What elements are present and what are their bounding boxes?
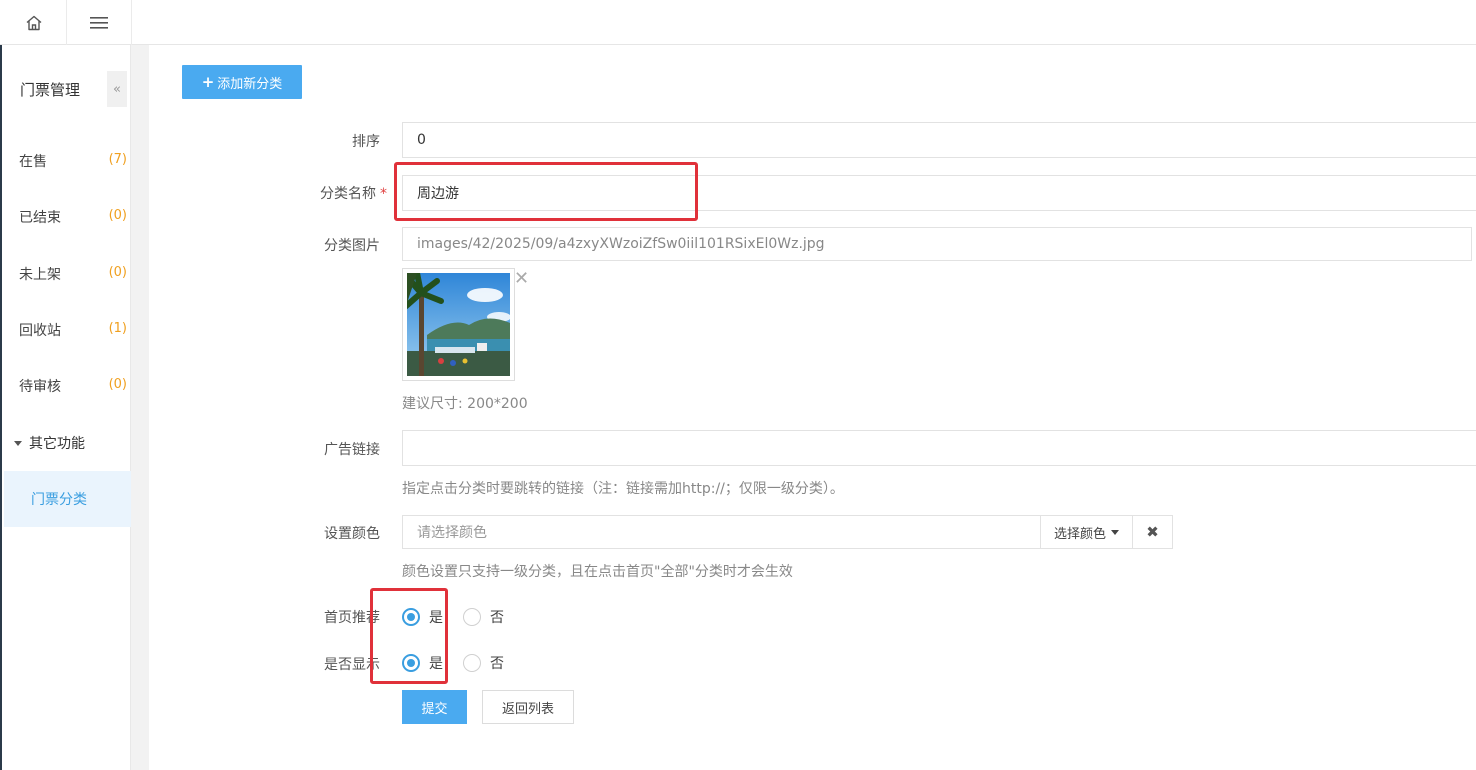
sidebar-item-label: 回收站	[19, 323, 61, 339]
clear-color-button[interactable]: ✖	[1132, 515, 1173, 549]
caret-down-icon	[14, 440, 22, 446]
image-size-hint: 建议尺寸: 200*200	[402, 396, 528, 412]
double-chevron-left-icon: «	[113, 81, 121, 97]
radio-checked[interactable]	[402, 654, 420, 672]
category-name-input[interactable]: 周边游	[402, 175, 1476, 211]
radio-label: 否	[490, 610, 504, 626]
radio-unchecked[interactable]	[463, 608, 481, 626]
color-swatch[interactable]	[1001, 515, 1041, 549]
radio-unchecked[interactable]	[463, 654, 481, 672]
sidebar-title: 门票管理	[20, 81, 81, 99]
add-category-label: 添加新分类	[217, 76, 283, 92]
select-color-dropdown[interactable]: 选择颜色	[1040, 515, 1133, 549]
home-button[interactable]	[2, 0, 67, 45]
color-placeholder: 请选择颜色	[417, 525, 487, 541]
menu-toggle-button[interactable]	[67, 0, 132, 45]
sidebar-item-label: 门票分类	[31, 492, 87, 508]
radio-checked[interactable]	[402, 608, 420, 626]
color-label: 设置颜色	[324, 526, 380, 542]
home-recommend-label: 首页推荐	[324, 610, 380, 626]
home-recommend-radio-group: 是 否	[402, 605, 504, 629]
close-icon: ✖	[1146, 523, 1159, 541]
sidebar-item-count: (0)	[108, 377, 127, 392]
sidebar-item-pending-review[interactable]: 待审核 (0)	[2, 366, 131, 406]
radio-label: 是	[429, 610, 443, 626]
remove-image-icon[interactable]: ✕	[514, 270, 529, 288]
sort-label: 排序	[352, 134, 380, 150]
sidebar-item-count: (0)	[108, 265, 127, 280]
hamburger-menu-icon	[90, 16, 108, 29]
sidebar: 门票管理 « 在售 (7) 已结束 (0) 未上架 (0) 回收站 (1) 待审…	[2, 45, 131, 770]
category-name-label: 分类名称 *	[320, 183, 387, 203]
sort-input[interactable]: 0	[402, 122, 1476, 158]
sidebar-item-count: (7)	[108, 152, 127, 167]
sidebar-item-unlisted[interactable]: 未上架 (0)	[2, 254, 131, 294]
sidebar-item-ticket-category[interactable]: 门票分类	[4, 471, 131, 527]
home-recommend-yes-option[interactable]: 是	[402, 607, 443, 627]
collapse-sidebar-button[interactable]: «	[107, 71, 127, 107]
top-bar	[0, 0, 1476, 45]
color-input[interactable]: 请选择颜色	[402, 515, 1002, 549]
required-mark: *	[380, 186, 387, 202]
sidebar-item-label: 在售	[19, 154, 47, 170]
ad-link-label: 广告链接	[324, 442, 380, 458]
visible-label: 是否显示	[324, 657, 380, 673]
select-color-label: 选择颜色	[1053, 526, 1106, 542]
sidebar-group-other-functions[interactable]: 其它功能	[14, 433, 85, 453]
sidebar-item-recycle-bin[interactable]: 回收站 (1)	[2, 310, 131, 350]
category-name-label-text: 分类名称	[320, 186, 376, 202]
sort-value: 0	[417, 132, 426, 148]
ad-link-hint: 指定点击分类时要跳转的链接（注：链接需加http://；仅限一级分类）。	[402, 481, 844, 497]
visible-no-option[interactable]: 否	[463, 653, 504, 673]
category-image-label: 分类图片	[324, 238, 380, 254]
color-hint: 颜色设置只支持一级分类，且在点击首页"全部"分类时才会生效	[402, 564, 793, 580]
ad-link-input[interactable]	[402, 430, 1476, 466]
visible-yes-option[interactable]: 是	[402, 653, 443, 673]
radio-label: 是	[429, 656, 443, 672]
home-recommend-no-option[interactable]: 否	[463, 607, 504, 627]
sidebar-item-count: (1)	[108, 321, 127, 336]
back-to-list-button[interactable]: 返回列表	[482, 690, 574, 724]
sidebar-item-label: 待审核	[19, 379, 61, 395]
category-image-path-input[interactable]: images/42/2025/09/a4zxyXWzoiZfSw0iil101R…	[402, 227, 1472, 261]
sidebar-item-label: 已结束	[19, 210, 61, 226]
sidebar-item-ended[interactable]: 已结束 (0)	[2, 197, 131, 237]
category-name-value: 周边游	[417, 186, 459, 202]
plus-icon: +	[201, 73, 215, 91]
sidebar-item-on-sale[interactable]: 在售 (7)	[2, 141, 131, 181]
radio-label: 否	[490, 656, 504, 672]
category-image-path: images/42/2025/09/a4zxyXWzoiZfSw0iil101R…	[417, 236, 825, 252]
caret-down-icon	[1111, 529, 1119, 535]
content-gutter	[131, 45, 149, 770]
visible-radio-group: 是 否	[402, 651, 504, 675]
submit-button[interactable]: 提交	[402, 690, 467, 724]
sidebar-item-label: 未上架	[19, 267, 61, 283]
sidebar-item-count: (0)	[108, 208, 127, 223]
add-category-button[interactable]: + 添加新分类	[182, 65, 302, 99]
home-icon	[26, 15, 42, 30]
tropical-beach-photo	[407, 273, 510, 376]
sidebar-group-label: 其它功能	[29, 436, 85, 452]
category-image-thumbnail	[402, 268, 515, 381]
